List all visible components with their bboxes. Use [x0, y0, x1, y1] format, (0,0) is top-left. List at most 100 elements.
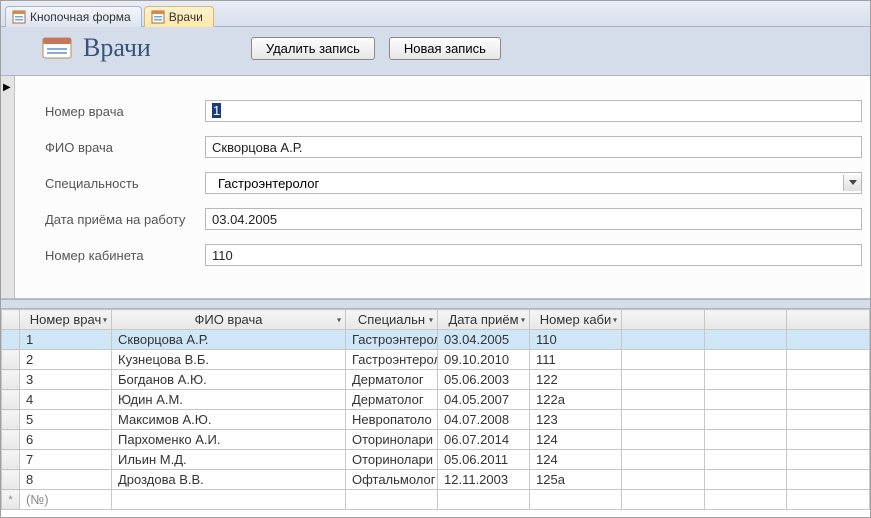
cell-date[interactable]	[438, 490, 530, 510]
cell-blank	[787, 470, 870, 490]
table-row[interactable]: 6Пархоменко А.И.Оторинолари06.07.2014124	[2, 430, 870, 450]
cell-cab[interactable]: 124	[530, 450, 622, 470]
cell-cab[interactable]: 124	[530, 430, 622, 450]
table-row[interactable]: 4Юдин А.М.Дерматолог04.05.2007122а	[2, 390, 870, 410]
doctor-id-field[interactable]: 1	[205, 100, 862, 122]
tab-doctors[interactable]: Врачи	[144, 6, 214, 27]
cell-spec[interactable]: Оторинолари	[346, 430, 438, 450]
cell-id[interactable]: 1	[20, 330, 112, 350]
cell-fio[interactable]: Дроздова В.В.	[112, 470, 346, 490]
cell-cab[interactable]	[530, 490, 622, 510]
cell-spec[interactable]: Гастроэнтерол	[346, 350, 438, 370]
cell-blank	[787, 430, 870, 450]
tab-button-form[interactable]: Кнопочная форма	[5, 6, 142, 27]
cell-date[interactable]: 05.06.2011	[438, 450, 530, 470]
cell-fio[interactable]: Максимов А.Ю.	[112, 410, 346, 430]
select-all-corner[interactable]	[2, 310, 20, 330]
table-row[interactable]: 7Ильин М.Д.Оторинолари05.06.2011124	[2, 450, 870, 470]
cell-cab[interactable]: 111	[530, 350, 622, 370]
row-selector[interactable]	[2, 350, 20, 370]
cell-fio[interactable]	[112, 490, 346, 510]
table-row[interactable]: 8Дроздова В.В.Офтальмолог12.11.2003125а	[2, 470, 870, 490]
cell-spec[interactable]: Дерматолог	[346, 390, 438, 410]
cell-fio[interactable]: Кузнецова В.Б.	[112, 350, 346, 370]
column-blank	[704, 310, 787, 330]
cell-id[interactable]: 5	[20, 410, 112, 430]
cell-date[interactable]: 12.11.2003	[438, 470, 530, 490]
cell-id[interactable]: 4	[20, 390, 112, 410]
chevron-down-icon: ▾	[613, 315, 617, 324]
row-selector[interactable]	[2, 330, 20, 350]
cell-blank	[704, 390, 787, 410]
table-row[interactable]: 3Богданов А.Ю.Дерматолог05.06.2003122	[2, 370, 870, 390]
cell-spec[interactable]: Офтальмолог	[346, 470, 438, 490]
cell-blank	[704, 450, 787, 470]
column-header-id[interactable]: Номер врач▾	[20, 310, 112, 330]
delete-record-button[interactable]: Удалить запись	[251, 37, 375, 60]
row-selector[interactable]	[2, 410, 20, 430]
cell-date[interactable]: 04.05.2007	[438, 390, 530, 410]
record-selector[interactable]: ▶	[1, 76, 15, 298]
hire-date-field[interactable]	[205, 208, 862, 230]
cell-date[interactable]: 05.06.2003	[438, 370, 530, 390]
new-record-button[interactable]: Новая запись	[389, 37, 501, 60]
fio-field[interactable]	[205, 136, 862, 158]
cell-date[interactable]: 06.07.2014	[438, 430, 530, 450]
cell-fio[interactable]: Юдин А.М.	[112, 390, 346, 410]
cell-blank	[622, 430, 705, 450]
row-selector[interactable]	[2, 390, 20, 410]
column-header-cab[interactable]: Номер каби▾	[530, 310, 622, 330]
cell-cab[interactable]: 110	[530, 330, 622, 350]
form-icon	[12, 10, 26, 24]
cell-fio[interactable]: Ильин М.Д.	[112, 450, 346, 470]
form-title-icon	[41, 35, 73, 61]
cell-id[interactable]: 2	[20, 350, 112, 370]
cell-date[interactable]: 04.07.2008	[438, 410, 530, 430]
table-row[interactable]: 2Кузнецова В.Б.Гастроэнтерол09.10.201011…	[2, 350, 870, 370]
current-record-marker-icon: ▶	[3, 82, 11, 93]
cell-blank	[787, 490, 870, 510]
cell-date[interactable]: 09.10.2010	[438, 350, 530, 370]
cell-blank	[622, 490, 705, 510]
cell-blank	[787, 410, 870, 430]
cell-spec[interactable]: Дерматолог	[346, 370, 438, 390]
column-header-date[interactable]: Дата приём▾	[438, 310, 530, 330]
cell-fio[interactable]: Богданов А.Ю.	[112, 370, 346, 390]
cell-id[interactable]: 3	[20, 370, 112, 390]
cell-date[interactable]: 03.04.2005	[438, 330, 530, 350]
datasheet-header-row: Номер врач▾ ФИО врача▾ Специальн▾ Дата п…	[2, 310, 870, 330]
column-header-spec[interactable]: Специальн▾	[346, 310, 438, 330]
table-row[interactable]: 5Максимов А.Ю.Невропатоло04.07.2008123	[2, 410, 870, 430]
row-selector[interactable]	[2, 370, 20, 390]
cell-blank	[787, 390, 870, 410]
cell-id[interactable]: (№)	[20, 490, 112, 510]
cell-cab[interactable]: 125а	[530, 470, 622, 490]
column-header-fio[interactable]: ФИО врача▾	[112, 310, 346, 330]
cell-cab[interactable]: 123	[530, 410, 622, 430]
speciality-input[interactable]	[212, 175, 843, 191]
cell-fio[interactable]: Пархоменко А.И.	[112, 430, 346, 450]
cell-blank	[787, 330, 870, 350]
row-selector[interactable]	[2, 450, 20, 470]
cell-spec[interactable]: Гастроэнтерол	[346, 330, 438, 350]
fio-label: ФИО врача	[45, 140, 205, 155]
cell-id[interactable]: 7	[20, 450, 112, 470]
row-selector[interactable]	[2, 430, 20, 450]
cell-spec[interactable]	[346, 490, 438, 510]
cell-cab[interactable]: 122	[530, 370, 622, 390]
cell-id[interactable]: 8	[20, 470, 112, 490]
chevron-down-icon[interactable]	[843, 175, 861, 191]
cell-cab[interactable]: 122а	[530, 390, 622, 410]
speciality-combobox[interactable]	[205, 172, 862, 194]
cell-spec[interactable]: Невропатоло	[346, 410, 438, 430]
cell-blank	[622, 350, 705, 370]
cell-fio[interactable]: Скворцова А.Р.	[112, 330, 346, 350]
chevron-down-icon: ▾	[521, 315, 525, 324]
form-divider	[1, 299, 870, 309]
cabinet-field[interactable]	[205, 244, 862, 266]
row-selector[interactable]	[2, 470, 20, 490]
table-row-new[interactable]: *(№)	[2, 490, 870, 510]
cell-id[interactable]: 6	[20, 430, 112, 450]
table-row[interactable]: 1Скворцова А.Р.Гастроэнтерол03.04.200511…	[2, 330, 870, 350]
cell-spec[interactable]: Оторинолари	[346, 450, 438, 470]
